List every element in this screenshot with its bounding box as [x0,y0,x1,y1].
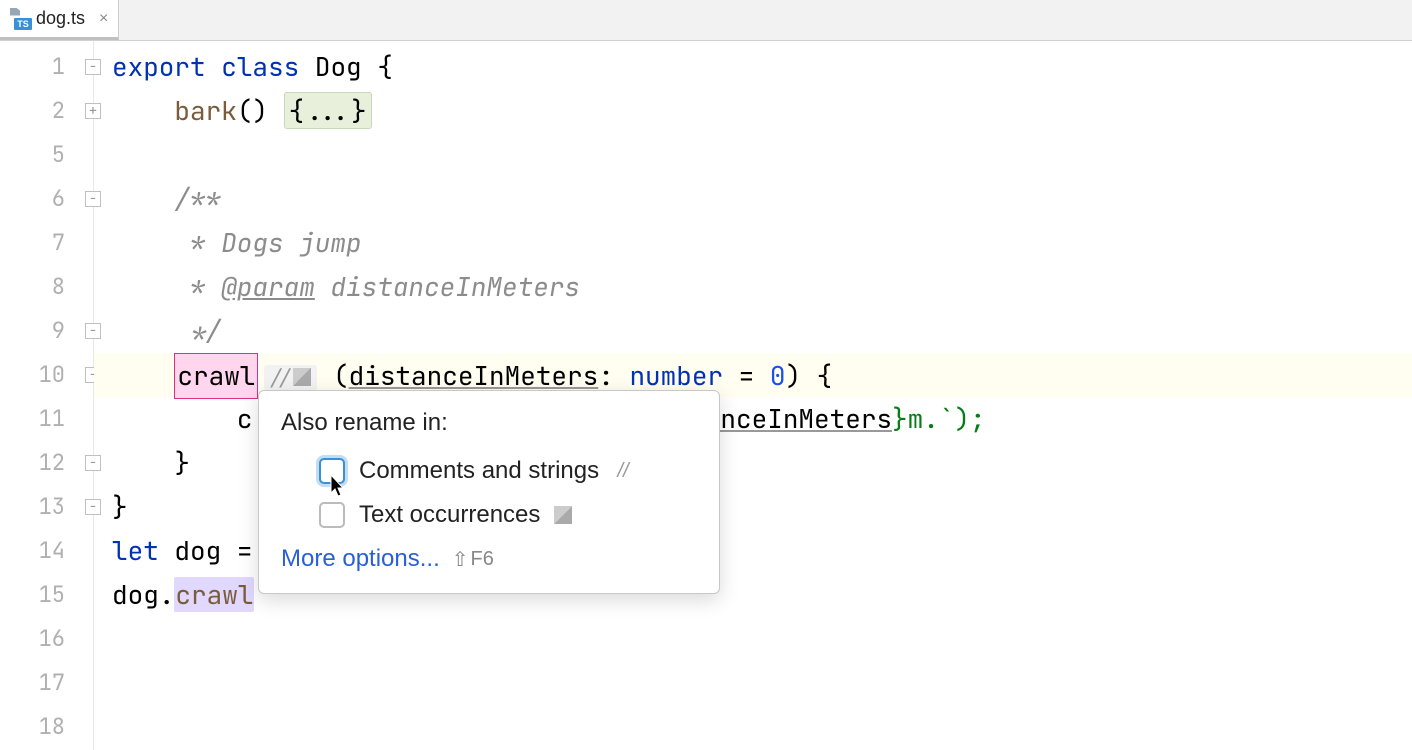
number: 0 [770,358,786,393]
text-doc-icon [554,506,572,524]
checkbox[interactable] [319,502,345,528]
line-number: 13 [39,492,65,521]
shortcut-hint: ⇧F6 [452,547,494,572]
brace: ) { [785,358,832,393]
comment: /** [174,181,221,216]
line-number: 11 [39,404,65,433]
keyword: export [112,49,206,84]
line-number: 8 [52,272,65,301]
rename-input[interactable]: crawl [174,353,258,399]
eq: = [221,533,252,568]
ts-file-icon: TS [8,8,30,30]
option-label: Text occurrences [359,501,540,529]
close-tab-icon[interactable]: × [99,10,108,28]
method-usage: crawl [174,577,254,612]
line-number: 10 [39,360,65,389]
line-number: 18 [39,712,65,741]
line-number: 7 [52,228,65,257]
line-number: 14 [39,536,65,565]
variable: dog [112,577,159,612]
line-number: 6 [52,184,65,213]
tab-filename: dog.ts [36,8,85,29]
gutter: 1 2 5 6 7 8 9 10 11 12 13 14 15 16 17 18 [0,41,94,750]
variable: dog [174,533,221,568]
jsdoc-tag: @param [221,269,315,304]
line-number: 15 [39,580,65,609]
brace: } [112,445,190,480]
comment-slash-icon: // [613,461,633,481]
comment: distanceInMeters [315,269,580,304]
shortcut-key: F6 [471,548,494,571]
keyword: class [221,49,299,84]
string: }m.`); [892,401,986,436]
line-number: 1 [52,52,65,81]
parens: () [237,93,268,128]
more-options-link[interactable]: More options... [281,545,440,573]
rename-hint-badges: // [264,365,317,391]
brace: } [112,489,128,524]
identifier: anceInMeters [705,401,892,436]
eq: = [723,358,770,393]
class-name: Dog [315,49,362,84]
rename-popup: Also rename in: Comments and strings // … [258,390,720,594]
line-number: 2 [52,96,65,125]
line-number: 5 [52,140,65,169]
comment-slash-icon: // [270,368,290,388]
line-number: 17 [39,668,65,697]
indent [112,401,237,436]
dot: . [159,577,175,612]
type: number [629,358,723,393]
comment: * Dogs jump [174,225,361,260]
shift-key-icon: ⇧ [452,547,469,572]
code-text: c [237,401,253,436]
rename-option-text[interactable]: Text occurrences [281,501,697,529]
keyword: let [112,533,159,568]
comment: * [174,269,221,304]
mouse-cursor-icon [330,475,348,499]
popup-title: Also rename in: [281,409,697,437]
brace: { [362,49,393,84]
line-number: 9 [52,316,65,345]
paren: ( [317,358,348,393]
parameter: distanceInMeters [349,358,599,393]
line-number: 12 [39,448,65,477]
text-doc-icon [293,368,311,386]
tab-bar: TS dog.ts × [0,0,1412,41]
method-name: bark [174,93,236,128]
comment: */ [174,313,221,348]
line-number: 16 [39,624,65,653]
colon: : [598,358,629,393]
folded-region[interactable]: {...} [284,92,372,129]
option-label: Comments and strings [359,457,599,485]
file-tab[interactable]: TS dog.ts × [0,0,119,40]
